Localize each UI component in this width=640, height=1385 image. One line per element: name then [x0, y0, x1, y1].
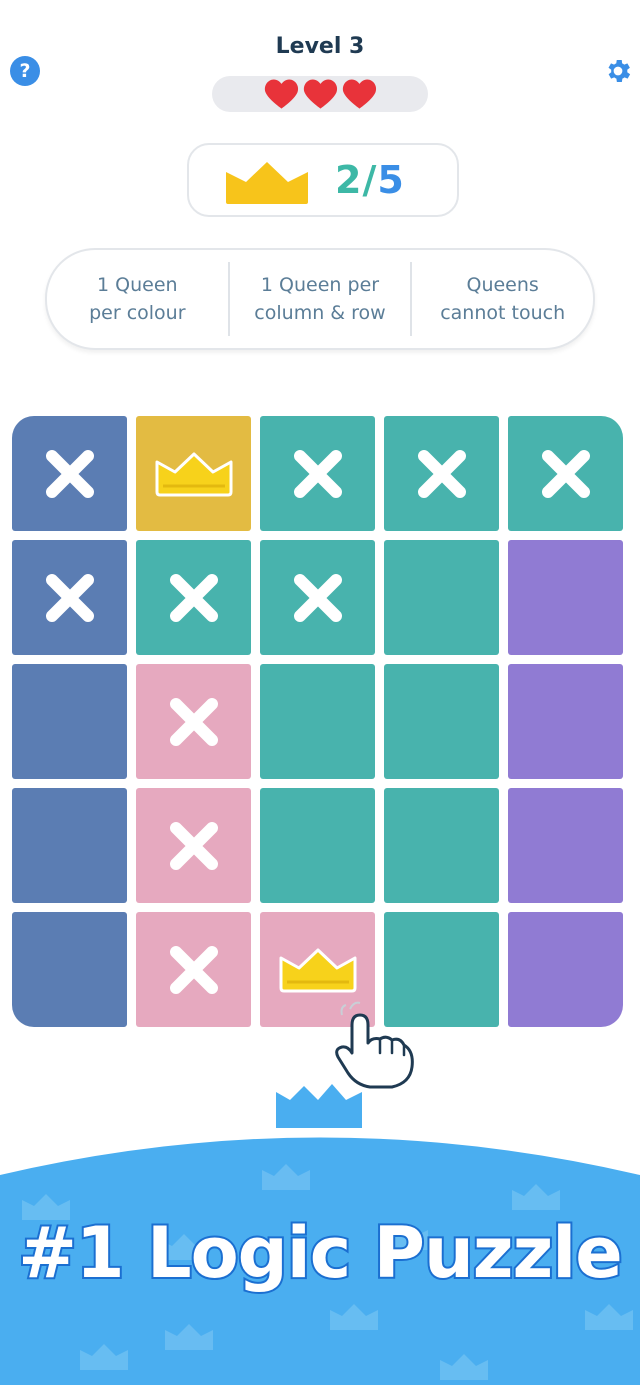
board-cell[interactable]	[260, 788, 375, 903]
rule-one-per-colour: 1 Queen per colour	[47, 262, 228, 336]
board-cell[interactable]	[136, 540, 251, 655]
progress-total: 5	[377, 158, 405, 202]
progress-current: 2	[335, 158, 363, 202]
board-cell[interactable]	[136, 664, 251, 779]
board-cell[interactable]	[260, 664, 375, 779]
crown-icon	[279, 948, 356, 992]
board-cell[interactable]	[508, 540, 623, 655]
board-cell[interactable]	[384, 788, 499, 903]
lives-bar	[212, 76, 428, 112]
rule-text: 1 Queen per	[260, 274, 380, 296]
board-cell[interactable]	[508, 664, 623, 779]
x-mark-icon	[293, 573, 342, 622]
rule-text: 1 Queen	[97, 274, 178, 296]
board-cell[interactable]	[384, 540, 499, 655]
x-mark-icon	[169, 697, 218, 746]
board-cell[interactable]	[508, 912, 623, 1027]
heart-icon	[303, 79, 337, 109]
board-cell[interactable]	[12, 788, 127, 903]
puzzle-board	[12, 416, 624, 1028]
settings-button[interactable]	[603, 56, 633, 86]
x-mark-icon	[45, 449, 94, 498]
rule-one-per-column-row: 1 Queen per column & row	[230, 262, 411, 336]
progress-separator: /	[362, 158, 378, 202]
x-mark-icon	[169, 821, 218, 870]
queens-progress: 2/5	[335, 158, 405, 202]
rules-bar: 1 Queen per colour 1 Queen per column & ro…	[45, 248, 595, 350]
board-cell[interactable]	[260, 416, 375, 531]
rule-text: cannot touch	[440, 302, 566, 324]
crown-icon	[155, 452, 232, 496]
board-cell[interactable]	[260, 540, 375, 655]
crown-icon	[226, 162, 308, 204]
board-cell[interactable]	[12, 664, 127, 779]
board-cell[interactable]	[12, 912, 127, 1027]
board-cell[interactable]	[12, 540, 127, 655]
board-cell[interactable]	[384, 664, 499, 779]
heart-icon	[264, 79, 298, 109]
heart-icon	[342, 79, 376, 109]
level-title: Level 3	[275, 34, 365, 59]
x-mark-icon	[541, 449, 590, 498]
x-mark-icon	[293, 449, 342, 498]
rule-text: per colour	[89, 302, 186, 324]
queens-progress-card: 2/5	[187, 143, 459, 217]
x-mark-icon	[45, 573, 94, 622]
x-mark-icon	[417, 449, 466, 498]
question-icon: ?	[19, 60, 31, 82]
board-cell[interactable]	[508, 416, 623, 531]
board-cell[interactable]	[136, 416, 251, 531]
x-mark-icon	[169, 573, 218, 622]
board-cell[interactable]	[384, 416, 499, 531]
board-cell[interactable]	[12, 416, 127, 531]
board-cell[interactable]	[136, 912, 251, 1027]
rule-text: Queens	[466, 274, 539, 296]
rule-text: column & row	[254, 302, 386, 324]
help-button[interactable]: ?	[10, 56, 40, 86]
board-cell[interactable]	[136, 788, 251, 903]
x-mark-icon	[169, 945, 218, 994]
gear-icon	[608, 60, 631, 82]
board-cell[interactable]	[508, 788, 623, 903]
pointing-hand-icon	[335, 1001, 414, 1089]
tagline: #1 Logic Puzzle	[16, 1210, 624, 1296]
rule-no-touch: Queens cannot touch	[412, 262, 593, 336]
